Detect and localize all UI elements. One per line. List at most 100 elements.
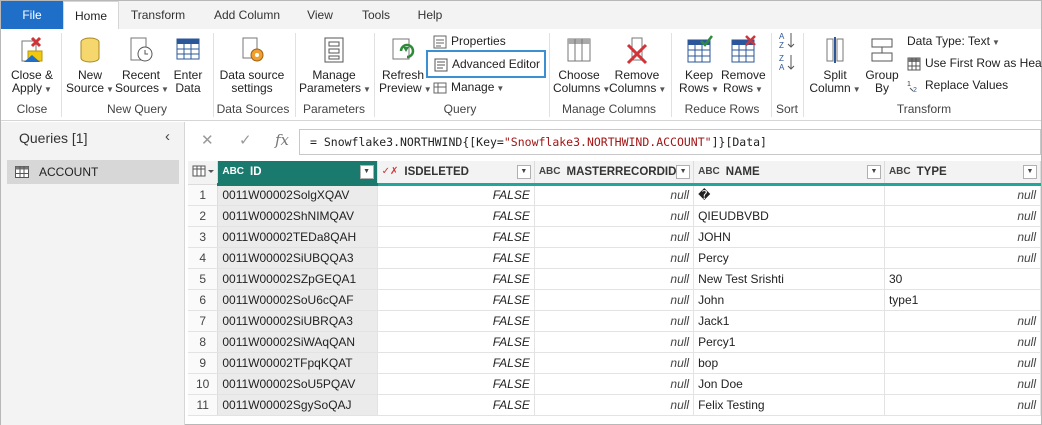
cell-name[interactable]: Jon Doe	[693, 373, 885, 395]
refresh-preview-button[interactable]: Refresh Preview ▼	[379, 33, 432, 96]
sort-ascending-button[interactable]: AZ	[779, 31, 795, 51]
row-number[interactable]: 4	[188, 247, 219, 269]
cell-id[interactable]: 0011W00002TFpqKQAT	[217, 352, 378, 374]
row-number[interactable]: 7	[188, 310, 219, 332]
choose-columns-button[interactable]: Choose Columns ▼	[553, 33, 610, 96]
text-type-icon[interactable]: ABC	[222, 166, 244, 177]
tab-home[interactable]: Home	[63, 1, 119, 30]
cell-type[interactable]: null	[884, 205, 1041, 227]
cell-type[interactable]: null	[884, 394, 1041, 416]
column-header-isdeleted[interactable]: ✓✗ ISDELETED ▼	[377, 161, 535, 186]
data-type-dropdown[interactable]: Data Type: Text ▼	[907, 31, 1000, 51]
row-number[interactable]: 9	[188, 352, 219, 374]
cell-id[interactable]: 0011W00002TEDa8QAH	[217, 226, 378, 248]
cell-masterrecordid[interactable]: null	[534, 226, 695, 248]
cell-name[interactable]: QIEUDBVBD	[693, 205, 885, 227]
cell-isdeleted[interactable]: FALSE	[377, 373, 535, 395]
query-item-account[interactable]: ACCOUNT	[7, 160, 179, 184]
table-row[interactable]: 3 0011W00002TEDa8QAH FALSE null JOHN null	[188, 226, 1041, 248]
cell-name[interactable]: bop	[693, 352, 885, 374]
cell-name[interactable]: Percy1	[693, 331, 885, 353]
row-number[interactable]: 2	[188, 205, 219, 227]
formula-input[interactable]: = Snowflake3.NORTHWIND{[Key="Snowflake3.…	[299, 129, 1041, 155]
table-row[interactable]: 2 0011W00002ShNIMQAV FALSE null QIEUDBVBD nul…	[188, 205, 1041, 227]
tab-file[interactable]: File	[1, 1, 63, 29]
new-source-button[interactable]: New Source ▼	[65, 33, 115, 96]
cell-name[interactable]: New Test Srishti	[693, 268, 885, 290]
cell-name[interactable]: Jack1	[693, 310, 885, 332]
cell-masterrecordid[interactable]: null	[534, 247, 695, 269]
filter-dropdown-icon[interactable]: ▼	[1023, 165, 1037, 179]
manage-button[interactable]: Manage ▼	[433, 77, 504, 97]
cell-isdeleted[interactable]: FALSE	[377, 352, 535, 374]
filter-dropdown-icon[interactable]: ▼	[676, 165, 691, 179]
cell-masterrecordid[interactable]: null	[534, 289, 695, 311]
cell-isdeleted[interactable]: FALSE	[377, 205, 535, 227]
cell-type[interactable]: null	[884, 310, 1041, 332]
text-type-icon[interactable]: ABC	[539, 166, 561, 177]
cell-masterrecordid[interactable]: null	[534, 310, 695, 332]
row-number[interactable]: 1	[188, 184, 219, 206]
fx-icon[interactable]: fx	[275, 131, 289, 149]
table-row[interactable]: 7 0011W00002SiUBRQA3 FALSE null Jack1 null	[188, 310, 1041, 332]
cell-masterrecordid[interactable]: null	[534, 184, 695, 206]
cell-name[interactable]: �	[693, 184, 885, 206]
cell-id[interactable]: 0011W00002ShNIMQAV	[217, 205, 378, 227]
filter-dropdown-icon[interactable]: ▼	[516, 165, 531, 179]
cell-id[interactable]: 0011W00002SZpGEQA1	[217, 268, 378, 290]
confirm-formula-icon[interactable]: ✓	[239, 131, 252, 149]
column-header-name[interactable]: ABC NAME ▼	[693, 161, 885, 186]
filter-dropdown-icon[interactable]: ▼	[359, 165, 374, 179]
sort-descending-button[interactable]: ZA	[779, 53, 795, 73]
row-number[interactable]: 5	[188, 268, 219, 290]
replace-values-button[interactable]: 1 2 Replace Values	[907, 75, 1008, 95]
table-row[interactable]: 5 0011W00002SZpGEQA1 FALSE null New Test Sri…	[188, 268, 1041, 290]
column-header-type[interactable]: ABC TYPE ▼	[884, 161, 1041, 186]
cell-type[interactable]: null	[884, 373, 1041, 395]
filter-dropdown-icon[interactable]: ▼	[866, 165, 881, 179]
use-first-row-button[interactable]: Use First Row as Headers	[907, 53, 1042, 73]
cell-name[interactable]: Percy	[693, 247, 885, 269]
row-number[interactable]: 8	[188, 331, 219, 353]
row-number[interactable]: 6	[188, 289, 219, 311]
collapse-pane-icon[interactable]: ‹	[165, 128, 170, 145]
table-menu-icon[interactable]	[188, 161, 219, 185]
cell-isdeleted[interactable]: FALSE	[377, 310, 535, 332]
column-header-masterrecordid[interactable]: ABC MASTERRECORDID ▼	[534, 161, 695, 186]
remove-columns-button[interactable]: Remove Columns ▼	[609, 33, 666, 96]
tab-transform[interactable]: Transform	[123, 1, 193, 29]
cell-id[interactable]: 0011W00002SoU5PQAV	[217, 373, 378, 395]
manage-parameters-button[interactable]: Manage Parameters ▼	[299, 33, 371, 96]
data-source-settings-button[interactable]: Data source settings	[217, 33, 287, 95]
cell-type[interactable]: null	[884, 331, 1041, 353]
advanced-editor-button[interactable]: Advanced Editor	[426, 50, 546, 78]
group-by-button[interactable]: Group By	[863, 33, 901, 95]
keep-rows-button[interactable]: Keep Rows ▼	[677, 33, 721, 96]
split-column-button[interactable]: Split Column ▼	[809, 33, 861, 96]
cell-type[interactable]: null	[884, 352, 1041, 374]
table-row[interactable]: 9 0011W00002TFpqKQAT FALSE null bop null	[188, 352, 1041, 374]
cell-isdeleted[interactable]: FALSE	[377, 331, 535, 353]
cancel-formula-icon[interactable]: ✕	[201, 131, 214, 149]
cell-masterrecordid[interactable]: null	[534, 373, 695, 395]
cell-type[interactable]: type1	[884, 289, 1041, 311]
cell-isdeleted[interactable]: FALSE	[377, 268, 535, 290]
cell-isdeleted[interactable]: FALSE	[377, 247, 535, 269]
cell-type[interactable]: null	[884, 226, 1041, 248]
cell-id[interactable]: 0011W00002SolgXQAV	[217, 184, 378, 206]
text-type-icon[interactable]: ABC	[889, 166, 911, 177]
cell-name[interactable]: JOHN	[693, 226, 885, 248]
properties-button[interactable]: Properties	[433, 31, 506, 51]
table-row[interactable]: 8 0011W00002SiWAqQAN FALSE null Percy1 null	[188, 331, 1041, 353]
recent-sources-button[interactable]: Recent Sources ▼	[115, 33, 169, 96]
close-apply-button[interactable]: Close & Apply ▼	[7, 33, 57, 96]
boolean-type-icon[interactable]: ✓✗	[382, 166, 399, 177]
data-grid[interactable]: ABC ID ▼ ✓✗ ISDELETED ▼ ABC MASTERRECORDID ▼ A…	[188, 161, 1041, 425]
cell-type[interactable]: null	[884, 184, 1041, 206]
row-number[interactable]: 3	[188, 226, 219, 248]
row-number[interactable]: 10	[188, 373, 219, 395]
cell-masterrecordid[interactable]: null	[534, 394, 695, 416]
tab-add-column[interactable]: Add Column	[205, 1, 289, 29]
table-row[interactable]: 4 0011W00002SiUBQQA3 FALSE null Percy null	[188, 247, 1041, 269]
cell-id[interactable]: 0011W00002SgySoQAJ	[217, 394, 378, 416]
